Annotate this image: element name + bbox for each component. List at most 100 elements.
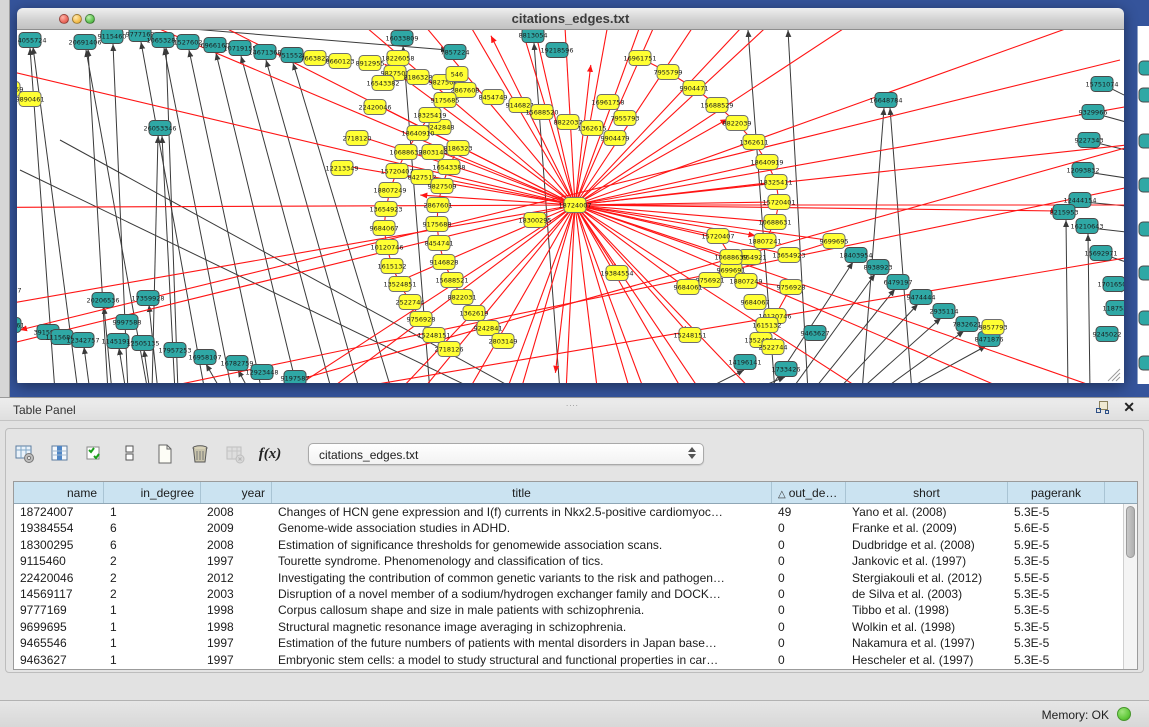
table-cell[interactable]: Corpus callosum shape and size in male p… bbox=[272, 602, 772, 618]
graph-node[interactable]: 10120746 bbox=[370, 240, 403, 255]
graph-node[interactable]: 9245022 bbox=[1093, 327, 1122, 342]
table-row[interactable]: 946362711997Embryonic stem cells: a mode… bbox=[14, 652, 1137, 668]
table-cell[interactable]: Nakamura et al. (1997) bbox=[846, 635, 1008, 651]
function-builder-icon[interactable]: f(x) bbox=[259, 443, 281, 465]
table-cell[interactable]: 9777169 bbox=[14, 602, 104, 618]
table-cell[interactable]: 14569117 bbox=[14, 586, 104, 602]
table-cell[interactable]: 5.3E-5 bbox=[1008, 652, 1105, 668]
graph-node[interactable]: 9227343 bbox=[1075, 133, 1104, 148]
graph-node[interactable]: 19384554 bbox=[600, 266, 633, 281]
graph-node[interactable]: 16648784 bbox=[869, 93, 902, 108]
graph-node[interactable]: 17016504 bbox=[1097, 277, 1124, 292]
table-cell[interactable]: 5.3E-5 bbox=[1008, 504, 1105, 520]
table-cell[interactable]: 9465546 bbox=[14, 635, 104, 651]
table-cell[interactable]: 5.3E-5 bbox=[1008, 586, 1105, 602]
graph-node[interactable]: 14569117 bbox=[17, 283, 22, 298]
table-cell[interactable]: 0 bbox=[772, 652, 846, 668]
graph-node[interactable]: 9146828 bbox=[430, 255, 459, 270]
table-cell[interactable]: 0 bbox=[772, 635, 846, 651]
graph-node[interactable]: 2718126 bbox=[435, 342, 464, 357]
graph-node[interactable]: 9997588 bbox=[113, 315, 142, 330]
graph-node[interactable]: 13654923 bbox=[369, 202, 402, 217]
show-columns-icon[interactable] bbox=[49, 443, 71, 465]
graph-node[interactable]: 18403954 bbox=[839, 248, 872, 263]
table-cell[interactable]: Embryonic stem cells: a model to study s… bbox=[272, 652, 772, 668]
table-cell[interactable]: 5.5E-5 bbox=[1008, 570, 1105, 586]
graph-node[interactable]: 16961758 bbox=[591, 95, 624, 110]
row-height-icon[interactable] bbox=[119, 443, 141, 465]
table-cell[interactable]: 5.3E-5 bbox=[1008, 553, 1105, 569]
graph-node[interactable]: 17957253 bbox=[158, 343, 191, 358]
graph-node[interactable]: 13524851 bbox=[383, 277, 416, 292]
graph-node[interactable]: 1362615 bbox=[578, 121, 607, 136]
graph-node[interactable]: 14196141 bbox=[728, 355, 761, 370]
graph-node[interactable]: 12093832 bbox=[1066, 163, 1099, 178]
table-cell[interactable]: 0 bbox=[772, 619, 846, 635]
table-cell[interactable]: 19384554 bbox=[14, 520, 104, 536]
table-cell[interactable]: 0 bbox=[772, 537, 846, 553]
column-header-in_degree[interactable]: in_degree bbox=[104, 482, 201, 503]
table-cell[interactable]: Hescheler et al. (1997) bbox=[846, 652, 1008, 668]
table-cell[interactable]: 2 bbox=[104, 553, 201, 569]
graph-node[interactable]: 9904471 bbox=[680, 81, 709, 96]
graph-node[interactable]: 20206536 bbox=[86, 293, 119, 308]
graph-node[interactable]: 1135061 bbox=[17, 318, 24, 333]
table-cell[interactable]: Changes of HCN gene expression and I(f) … bbox=[272, 504, 772, 520]
table-cell[interactable]: Tibbo et al. (1998) bbox=[846, 602, 1008, 618]
column-header-out_de[interactable]: △out_de… bbox=[772, 482, 846, 503]
graph-node[interactable]: 7857224 bbox=[441, 45, 470, 60]
table-cell[interactable]: 5.6E-5 bbox=[1008, 520, 1105, 536]
graph-node[interactable]: 1615132 bbox=[753, 318, 782, 333]
table-cell[interactable]: 5.3E-5 bbox=[1008, 635, 1105, 651]
table-cell[interactable]: 9115460 bbox=[14, 553, 104, 569]
graph-node[interactable]: 15692971 bbox=[1084, 246, 1117, 261]
graph-node[interactable]: 9115460 bbox=[98, 30, 127, 44]
graph-node[interactable]: 8912955 bbox=[356, 56, 385, 71]
scrollbar-thumb[interactable] bbox=[1126, 506, 1135, 558]
graph-node[interactable]: 9329966 bbox=[1079, 105, 1108, 120]
table-cell[interactable]: 0 bbox=[772, 602, 846, 618]
table-cell[interactable]: Stergiakouli et al. (2012) bbox=[846, 570, 1008, 586]
table-cell[interactable]: 2008 bbox=[201, 504, 272, 520]
graph-node[interactable]: 15688521 bbox=[435, 273, 468, 288]
network-canvas[interactable]: 1405572420691406911546097771691065328715… bbox=[17, 30, 1124, 383]
table-cell[interactable]: 0 bbox=[772, 520, 846, 536]
table-cell[interactable]: 6 bbox=[104, 537, 201, 553]
table-cell[interactable]: 2003 bbox=[201, 586, 272, 602]
graph-node[interactable]: 17359928 bbox=[131, 291, 164, 306]
graph-node[interactable]: 8822039 bbox=[723, 116, 752, 131]
table-cell[interactable]: 2 bbox=[104, 586, 201, 602]
table-cell[interactable]: de Silva et al. (2003) bbox=[846, 586, 1008, 602]
table-cell[interactable]: 1 bbox=[104, 602, 201, 618]
table-cell[interactable]: 2008 bbox=[201, 537, 272, 553]
graph-node[interactable]: 1187531 bbox=[1103, 301, 1124, 316]
graph-node[interactable]: 9684067 bbox=[741, 295, 770, 310]
graph-node[interactable]: 1733426 bbox=[772, 362, 801, 377]
graph-node[interactable]: 26053346 bbox=[143, 121, 176, 136]
graph-node[interactable]: 15248151 bbox=[417, 328, 450, 343]
close-panel-icon[interactable]: ✕ bbox=[1123, 401, 1135, 414]
graph-node[interactable]: 9857793 bbox=[979, 320, 1008, 335]
graph-node[interactable]: 9827509 bbox=[428, 179, 457, 194]
graph-node[interactable]: 2867601 bbox=[424, 198, 453, 213]
graph-node[interactable]: 1362611 bbox=[740, 135, 769, 150]
table-cell[interactable]: 2009 bbox=[201, 520, 272, 536]
graph-node[interactable]: 16210643 bbox=[1070, 219, 1103, 234]
table-cell[interactable]: Genome-wide association studies in ADHD. bbox=[272, 520, 772, 536]
table-cell[interactable]: Disruption of a novel member of a sodium… bbox=[272, 586, 772, 602]
table-cell[interactable]: Estimation of significance thresholds fo… bbox=[272, 537, 772, 553]
column-header-title[interactable]: title bbox=[272, 482, 772, 503]
graph-node[interactable]: 16033809 bbox=[385, 31, 418, 46]
graph-node[interactable]: 9175685 bbox=[431, 93, 460, 108]
table-cell[interactable]: 18300295 bbox=[14, 537, 104, 553]
graph-node[interactable]: 8186323 bbox=[444, 141, 473, 156]
column-header-name[interactable]: name bbox=[14, 482, 104, 503]
graph-node[interactable]: 9175688 bbox=[423, 217, 452, 232]
graph-node[interactable]: 8660123 bbox=[326, 54, 355, 69]
graph-node[interactable]: 9684067 bbox=[370, 221, 399, 236]
table-settings-icon[interactable] bbox=[14, 443, 36, 465]
graph-node[interactable]: 12213349 bbox=[325, 161, 358, 176]
graph-node[interactable]: 2718120 bbox=[343, 131, 372, 146]
table-cell[interactable]: 1997 bbox=[201, 553, 272, 569]
graph-node[interactable]: 18325411 bbox=[759, 175, 792, 190]
